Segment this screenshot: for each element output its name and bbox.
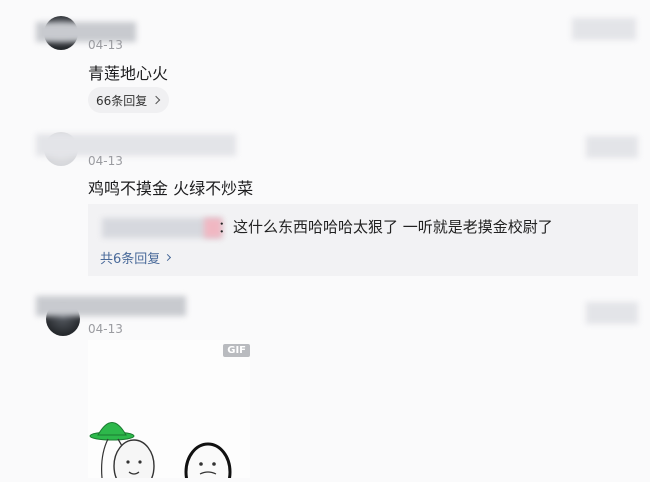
more-replies-link[interactable]: 共6条回复	[100, 248, 172, 267]
view-replies-button[interactable]: 66条回复	[88, 87, 170, 113]
comment-text: 鸡鸣不摸金 火绿不炒菜	[88, 179, 254, 198]
blurred-username	[36, 296, 186, 316]
blurred-username	[36, 134, 236, 156]
blurred-action	[586, 136, 638, 158]
comment-item: 04-13 鸡鸣不摸金 火绿不炒菜 ：这什么东西哈哈哈太狠了 一听就是老摸金校尉…	[0, 120, 650, 290]
gif-badge: GIF	[223, 344, 250, 357]
chevron-right-icon	[164, 253, 172, 262]
comment-item: 04-13 青莲地心火 66条回复	[0, 0, 650, 120]
comment-date: 04-13	[88, 322, 123, 336]
reply-preview[interactable]: ：这什么东西哈哈哈太狠了 一听就是老摸金校尉了 共6条回复	[88, 204, 638, 276]
reply-text: ：这什么东西哈哈哈太狠了 一听就是老摸金校尉了	[218, 218, 553, 236]
chevron-right-icon	[152, 95, 161, 105]
replies-count-label: 66条回复	[96, 93, 148, 108]
gif-image[interactable]: GIF	[88, 340, 250, 482]
comment-text: 青莲地心火	[88, 64, 169, 83]
blurred-action	[572, 18, 636, 40]
right-figure-head	[184, 442, 232, 482]
left-figure-head	[113, 439, 155, 482]
comment-date: 04-13	[88, 154, 123, 168]
meme-illustration	[89, 422, 232, 482]
blurred-action	[586, 302, 638, 324]
more-replies-label: 共6条回复	[100, 252, 161, 267]
comment-date: 04-13	[88, 38, 123, 52]
helmet-dome	[97, 422, 127, 436]
